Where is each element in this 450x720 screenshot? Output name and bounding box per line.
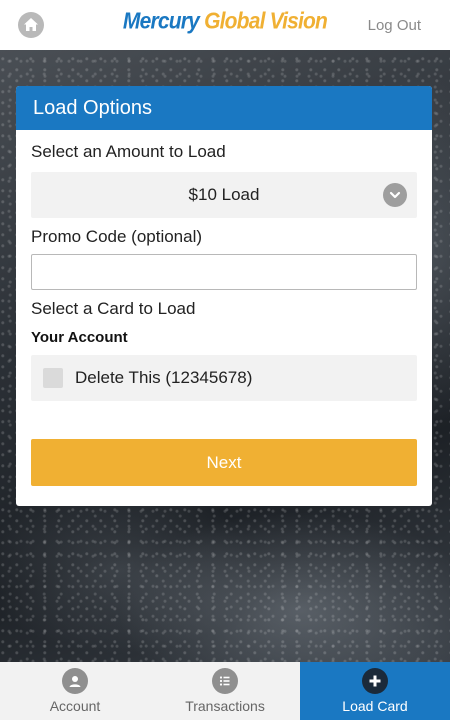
nav-item-transactions[interactable]: Transactions [150,662,300,720]
card-select-label: Select a Card to Load [31,299,196,318]
next-button[interactable]: Next [31,439,417,486]
promo-label: Promo Code (optional) [31,227,203,246]
amount-label: Select an Amount to Load [31,142,226,161]
brand-logo: Mercury Global Vision [122,9,328,35]
bottom-nav: Account Transactions Load Card [0,662,450,720]
nav-item-load-card[interactable]: Load Card [300,662,450,720]
nav-label-transactions: Transactions [185,698,265,714]
amount-select[interactable]: $10 Load [31,172,417,218]
panel-title: Load Options [16,86,432,130]
nav-label-load-card: Load Card [342,698,408,714]
user-icon [62,668,88,694]
list-icon [212,668,238,694]
amount-selected-value: $10 Load [188,185,260,204]
load-options-panel: Load Options Select an Amount to Load $1… [16,86,432,506]
card-option-row[interactable]: Delete This (12345678) [31,355,417,401]
plus-icon [362,668,388,694]
nav-item-account[interactable]: Account [0,662,150,720]
app-header: Mercury Global Vision Log Out [0,0,450,50]
promo-code-input[interactable] [31,254,417,290]
home-icon [24,18,38,31]
logout-button[interactable]: Log Out [368,17,421,34]
home-button[interactable] [18,12,44,38]
your-account-heading: Your Account [31,329,128,346]
logo-word-mercury: Mercury [122,9,200,34]
nav-label-account: Account [49,698,101,714]
card-option-checkbox[interactable] [43,368,63,388]
chevron-down-icon [383,183,407,207]
card-option-label: Delete This (12345678) [75,368,253,387]
logo-word-global-vision: Global Vision [204,9,328,34]
